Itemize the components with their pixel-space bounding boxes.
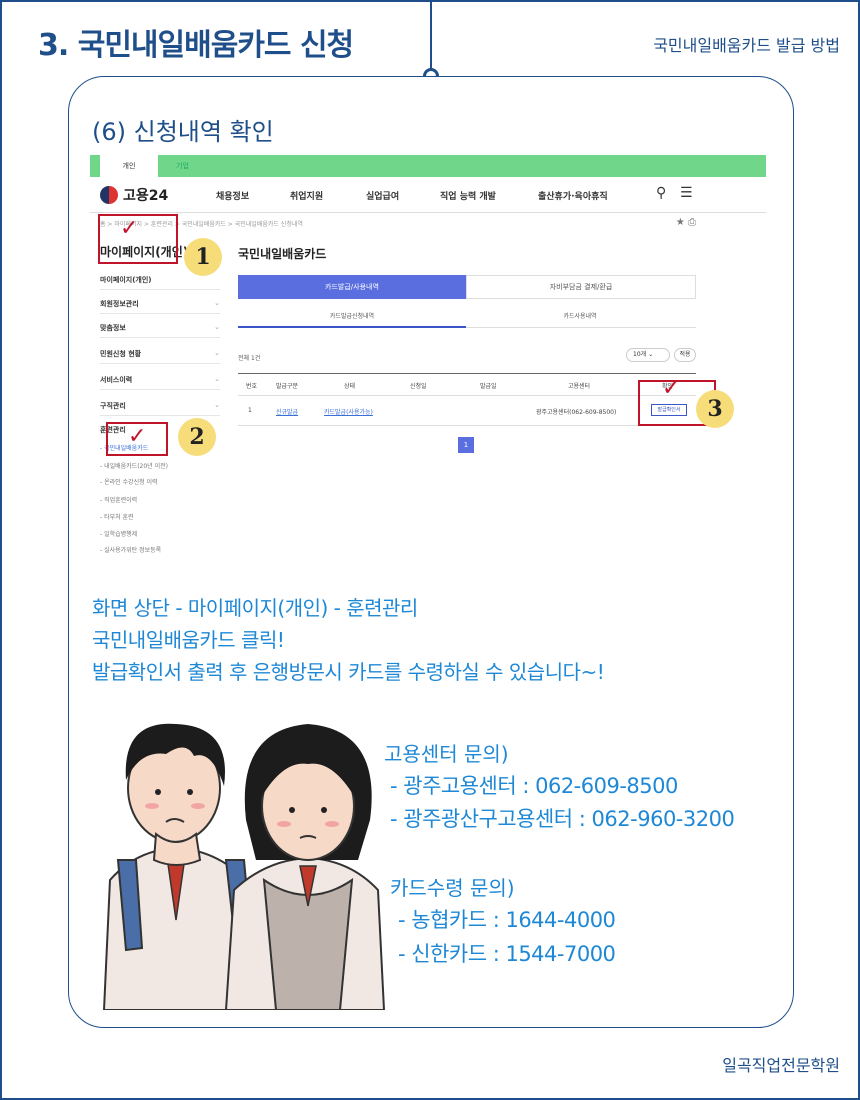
table-cell-number: 1	[248, 407, 252, 414]
sidebar-divider	[100, 337, 220, 338]
table-header-divider	[238, 395, 696, 396]
employment-contact-line: - 광주광산구고용센터 : 062-960-3200	[390, 807, 735, 831]
table-bottom-border	[238, 425, 696, 426]
sidebar-sub-worklearn[interactable]: - 일학습병행제	[100, 529, 137, 538]
table-cell-type-link[interactable]: 신규발급	[276, 407, 298, 416]
tab-personal[interactable]: 개인	[100, 155, 158, 177]
instruction-line: 화면 상단 - 마이페이지(개인) - 훈련관리	[92, 596, 418, 620]
th-type: 발급구분	[276, 383, 299, 390]
section-title: (6) 신청내역 확인	[92, 118, 274, 146]
sidebar-item-label: 민원신청 현황	[100, 350, 142, 358]
site-logo-text: 고용24	[123, 188, 169, 204]
menu-icon[interactable]: ☰	[680, 185, 693, 201]
instruction-line: 발급확인서 출력 후 은행방문시 카드를 수령하실 수 있습니다~!	[92, 660, 605, 684]
nav-item-jobs[interactable]: 채용정보	[216, 189, 249, 202]
subtab-usage[interactable]: 카드사용내역	[466, 311, 694, 320]
sidebar-sub-register[interactable]: - 실사용가위탄 정보등록	[100, 545, 161, 554]
chevron-down-icon: ⌄	[214, 299, 220, 307]
sidebar-sub-old-card[interactable]: - 내일배움카드(20년 이전)	[100, 461, 168, 470]
pagination-page[interactable]: 1	[458, 437, 474, 453]
employment-contact-heading: 고용센터 문의)	[384, 742, 509, 766]
user-type-tabbar: 개인 기업	[90, 155, 766, 177]
nav-item-employment-support[interactable]: 취업지원	[290, 189, 323, 202]
tab-business[interactable]: 기업	[176, 155, 189, 177]
table-cell-center: 광주고용센터(062-609-8500)	[536, 409, 617, 416]
sidebar-divider	[100, 389, 220, 390]
taegeuk-logo-icon	[100, 186, 118, 204]
header-subtitle: 국민내일배움카드 발급 방법	[653, 36, 840, 55]
checkmark-icon: ✓	[662, 376, 681, 401]
card-contact-line: - 농협카드 : 1644-4000	[398, 908, 616, 932]
chevron-down-icon: ⌄	[214, 323, 220, 331]
nav-item-unemployment[interactable]: 실업급여	[366, 189, 399, 202]
chevron-down-icon: ⌄	[214, 349, 220, 357]
checkmark-icon: ✓	[128, 424, 147, 449]
per-page-value: 10개	[633, 351, 647, 358]
nav-item-parental-leave[interactable]: 출산휴가·육아휴직	[538, 189, 608, 202]
nav-item-vocational[interactable]: 직업 능력 개발	[440, 189, 496, 202]
th-apply-date: 신청일	[410, 383, 427, 390]
sidebar-divider	[100, 363, 220, 364]
sidebar-item-job[interactable]: 구직관리 ⌄	[100, 401, 220, 411]
sidebar-sub-other[interactable]: - 타부처 훈련	[100, 512, 134, 521]
step-badge-2: 2	[178, 418, 216, 456]
header-divider	[90, 212, 766, 213]
main-title: 국민내일배움카드	[238, 247, 327, 261]
table-cell-status-link[interactable]: 카드발급(사용가능)	[324, 407, 373, 416]
apply-button[interactable]: 적용	[674, 348, 696, 362]
card-history-button[interactable]: 카드발급/사용내역	[238, 275, 466, 299]
sidebar-item-mypage[interactable]: 마이페이지(개인)	[100, 275, 220, 285]
th-number: 번호	[246, 383, 258, 390]
sidebar-sub-online[interactable]: - 온라인 수강신청 이력	[100, 477, 158, 486]
self-pay-button[interactable]: 자비부담금 결제/환급	[466, 275, 696, 299]
th-center: 고용센터	[568, 383, 591, 390]
footer-org-name: 일곡직업전문학원	[722, 1056, 840, 1075]
checkmark-icon: ✓	[120, 216, 139, 241]
site-logo[interactable]: 고용24	[100, 185, 168, 205]
page-title: 3. 국민내일배움카드 신청	[38, 28, 354, 63]
subtab-active-indicator	[238, 326, 466, 328]
step-badge-1: 1	[184, 238, 222, 276]
th-status: 상태	[344, 383, 356, 390]
subtab-application[interactable]: 카드발급신청내역	[238, 311, 466, 320]
sidebar-item-custom[interactable]: 맞춤정보 ⌄	[100, 323, 220, 333]
sidebar-item-petition[interactable]: 민원신청 현황 ⌄	[100, 349, 220, 359]
card-contact-line: - 신한카드 : 1544-7000	[398, 942, 616, 966]
sidebar-divider	[100, 313, 220, 314]
th-issue-date: 발급일	[480, 383, 497, 390]
chevron-down-icon: ⌄	[214, 401, 220, 409]
chevron-down-icon: ⌄	[214, 375, 220, 383]
table-top-border	[238, 373, 696, 374]
step-badge-3: 3	[696, 390, 734, 428]
sidebar-item-member[interactable]: 회원정보관리 ⌄	[100, 299, 220, 309]
sidebar-item-label: 구직관리	[100, 402, 126, 410]
total-count: 전체 1건	[238, 355, 261, 362]
sidebar-sub-history[interactable]: - 직업훈련이력	[100, 495, 137, 504]
sidebar-divider	[100, 289, 220, 290]
sidebar-item-service[interactable]: 서비스이력 ⌄	[100, 375, 220, 385]
card-contact-heading: 카드수령 문의)	[390, 876, 515, 900]
sidebar-item-label: 맞춤정보	[100, 324, 126, 332]
search-icon[interactable]: ⚲	[656, 185, 666, 201]
header-connector	[430, 0, 432, 70]
instruction-line: 국민내일배움카드 클릭!	[92, 628, 285, 652]
website-screenshot: 개인 기업 고용24 채용정보 취업지원 실업급여 직업 능력 개발 출산휴가·…	[90, 155, 766, 565]
students-illustration	[102, 723, 386, 1010]
star-print-icons[interactable]: ★ ⎙	[676, 217, 696, 228]
employment-contact-line: - 광주고용센터 : 062-609-8500	[390, 774, 678, 798]
per-page-select[interactable]: 10개 ⌄	[626, 348, 670, 362]
sidebar-item-label: 서비스이력	[100, 376, 133, 384]
sidebar-divider	[100, 415, 220, 416]
sidebar-item-label: 회원정보관리	[100, 300, 139, 308]
